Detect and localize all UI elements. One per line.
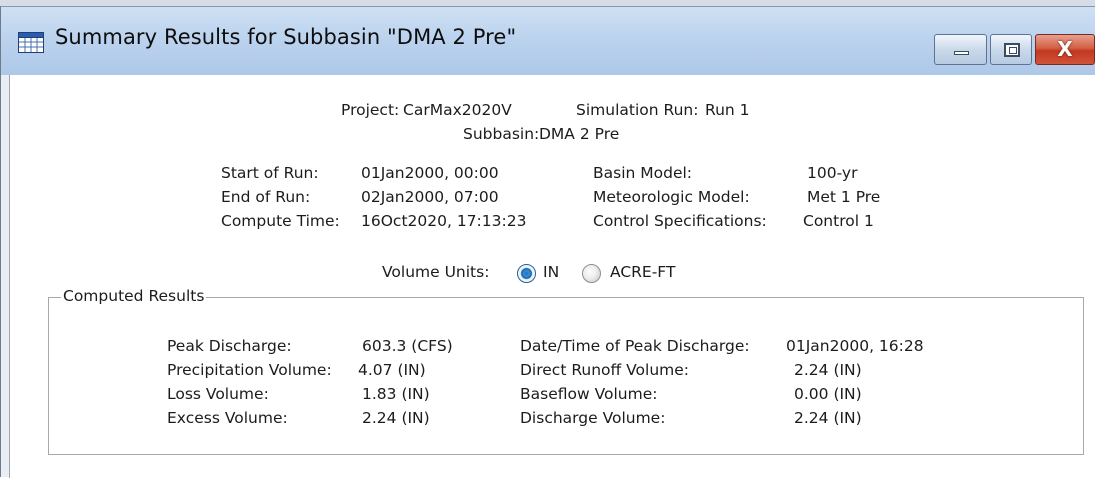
control-specifications-value: Control 1 — [803, 212, 874, 230]
volume-units-acre-ft-label[interactable]: ACRE-FT — [610, 263, 675, 281]
loss-volume-value: 1.83 (IN) — [362, 385, 430, 403]
control-specifications-label: Control Specifications: — [593, 212, 767, 230]
maximize-icon — [1004, 43, 1020, 57]
minimize-button[interactable] — [934, 34, 987, 65]
summary-results-window: Summary Results for Subbasin "DMA 2 Pre"… — [0, 6, 1095, 478]
maximize-button[interactable] — [990, 34, 1032, 65]
precipitation-volume-value: 4.07 (IN) — [358, 361, 426, 379]
project-value: CarMax2020V — [403, 101, 512, 119]
compute-time-label: Compute Time: — [221, 212, 340, 230]
peak-discharge-datetime-value: 01Jan2000, 16:28 — [786, 337, 924, 355]
volume-units-in-label[interactable]: IN — [543, 263, 559, 281]
simulation-run-value: Run 1 — [705, 101, 750, 119]
end-of-run-value: 02Jan2000, 07:00 — [361, 188, 499, 206]
compute-time-value: 16Oct2020, 17:13:23 — [361, 212, 527, 230]
minimize-icon — [954, 51, 969, 55]
computed-results-title: Computed Results — [61, 287, 207, 305]
meteorologic-model-label: Meteorologic Model: — [593, 188, 750, 206]
baseflow-volume-value: 0.00 (IN) — [794, 385, 862, 403]
basin-model-label: Basin Model: — [593, 164, 693, 182]
meteorologic-model-value: Met 1 Pre — [807, 188, 881, 206]
table-icon — [18, 32, 44, 53]
window-title: Summary Results for Subbasin "DMA 2 Pre" — [55, 25, 517, 49]
title-bar[interactable]: Summary Results for Subbasin "DMA 2 Pre"… — [1, 7, 1095, 75]
direct-runoff-volume-value: 2.24 (IN) — [794, 361, 862, 379]
subbasin-label: Subbasin: — [463, 125, 540, 143]
summary-content: Project: CarMax2020V Simulation Run: Run… — [9, 75, 1095, 478]
volume-units-label: Volume Units: — [382, 263, 490, 281]
start-of-run-value: 01Jan2000, 00:00 — [361, 164, 499, 182]
peak-discharge-value: 603.3 (CFS) — [362, 337, 453, 355]
close-icon: X — [1057, 37, 1073, 61]
start-of-run-label: Start of Run: — [221, 164, 319, 182]
peak-discharge-datetime-label: Date/Time of Peak Discharge: — [520, 337, 750, 355]
subbasin-value: DMA 2 Pre — [539, 125, 620, 143]
simulation-run-label: Simulation Run: — [576, 101, 699, 119]
direct-runoff-volume-label: Direct Runoff Volume: — [520, 361, 690, 379]
end-of-run-label: End of Run: — [221, 188, 311, 206]
excess-volume-value: 2.24 (IN) — [362, 409, 430, 427]
discharge-volume-value: 2.24 (IN) — [794, 409, 862, 427]
loss-volume-label: Loss Volume: — [167, 385, 269, 403]
peak-discharge-label: Peak Discharge: — [167, 337, 292, 355]
discharge-volume-label: Discharge Volume: — [520, 409, 666, 427]
precipitation-volume-label: Precipitation Volume: — [167, 361, 332, 379]
basin-model-value: 100-yr — [807, 164, 858, 182]
excess-volume-label: Excess Volume: — [167, 409, 288, 427]
baseflow-volume-label: Baseflow Volume: — [520, 385, 658, 403]
project-label: Project: — [341, 101, 400, 119]
volume-units-acre-ft-radio[interactable] — [582, 264, 601, 283]
volume-units-in-radio[interactable] — [517, 264, 536, 283]
close-button[interactable]: X — [1035, 34, 1095, 65]
